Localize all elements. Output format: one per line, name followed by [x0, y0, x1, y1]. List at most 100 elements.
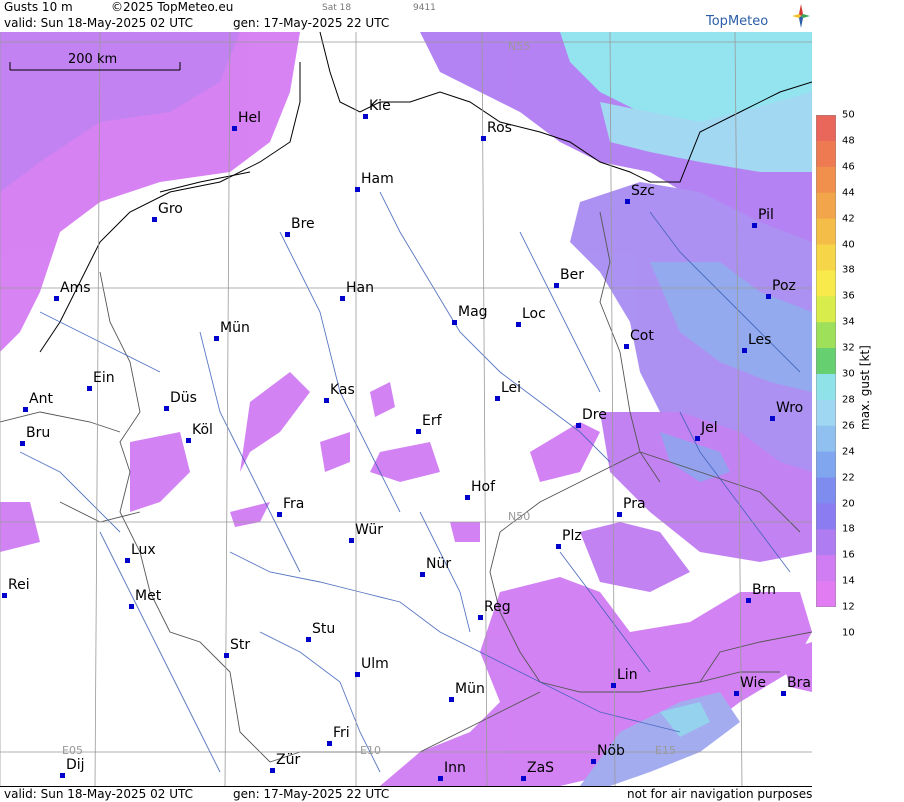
- topmeteo-logo: TopMeteo: [702, 0, 812, 32]
- city-label: Nür: [426, 556, 452, 572]
- colorbar-segment: [816, 477, 836, 504]
- colorbar-tick-label: 46: [842, 161, 855, 173]
- city-label: Erf: [422, 413, 442, 429]
- city-label: Inn: [444, 760, 466, 776]
- city-marker: [54, 296, 59, 301]
- city-marker: [449, 697, 454, 702]
- city-marker: [576, 423, 581, 428]
- city-marker: [340, 296, 345, 301]
- city-label: Hof: [471, 479, 496, 495]
- colorbar-tick-label: 34: [842, 316, 855, 328]
- city-label: ZaS: [527, 760, 555, 776]
- city-marker: [481, 136, 486, 141]
- city-marker: [734, 691, 739, 696]
- city-marker: [556, 544, 561, 549]
- city-marker: [60, 773, 65, 778]
- colorbar-segment: [816, 140, 836, 168]
- colorbar-unit: max. gust [kt]: [858, 345, 872, 430]
- copyright: ©2025 TopMeteo.eu: [111, 0, 234, 14]
- city-label: Dij: [66, 757, 85, 773]
- colorbar-segment: [816, 115, 836, 142]
- colorbar-tick-label: 44: [842, 187, 855, 199]
- city-label: Düs: [170, 390, 197, 406]
- colorbar-tick-label: 24: [842, 446, 855, 458]
- map-canvas: [0, 32, 812, 786]
- colorbar-segment: [816, 399, 836, 427]
- city-label: Poz: [772, 278, 796, 294]
- city-label: Mün: [220, 320, 250, 336]
- colorbar-tick-label: 40: [842, 239, 855, 250]
- city-marker: [554, 283, 559, 288]
- city-label: Ant: [29, 391, 53, 407]
- city-marker: [420, 572, 425, 577]
- grid-label-n55: N55: [508, 40, 531, 53]
- city-label: Pra: [623, 496, 646, 512]
- colorbar-tick-label: 42: [842, 213, 855, 225]
- generated-time: gen: 17-May-2025 22 UTC: [233, 16, 390, 30]
- city-label: Fra: [283, 496, 305, 512]
- city-label: Plz: [562, 528, 582, 544]
- city-label: Rei: [8, 577, 30, 593]
- city-marker: [516, 322, 521, 327]
- code-label: 9411: [413, 3, 436, 13]
- city-marker: [695, 436, 700, 441]
- colorbar-tick-label: 30: [842, 368, 855, 380]
- city-marker: [625, 199, 630, 204]
- colorbar-tick-label: 32: [842, 342, 855, 354]
- city-marker: [129, 604, 134, 609]
- footer-valid-time: valid: Sun 18-May-2025 02 UTC: [4, 787, 193, 801]
- city-label: Nöb: [597, 743, 625, 759]
- colorbar-segment: [816, 373, 836, 401]
- city-marker: [20, 441, 25, 446]
- colorbar-segment: [816, 555, 836, 582]
- colorbar-strip: [816, 115, 836, 607]
- colorbar-tick-label: 10: [842, 627, 855, 639]
- city-label: Ams: [60, 280, 91, 296]
- city-label: Han: [346, 280, 374, 296]
- city-marker: [611, 683, 616, 688]
- city-label: Lin: [617, 667, 638, 683]
- city-label: Str: [230, 637, 251, 653]
- colorbar-segment: [816, 529, 836, 556]
- grid-label-e15: E15: [655, 744, 676, 757]
- colorbar-segment: [816, 296, 836, 323]
- city-marker: [214, 336, 219, 341]
- city-marker: [2, 593, 7, 598]
- city-label: Gro: [158, 201, 183, 217]
- city-marker: [224, 653, 229, 658]
- colorbar-segment: [816, 503, 836, 530]
- city-label: Ber: [560, 267, 584, 283]
- city-marker: [770, 416, 775, 421]
- city-label: Szc: [631, 183, 655, 199]
- colorbar-tick-label: 28: [842, 394, 855, 406]
- weather-map[interactable]: 200 km N55 N50 E05 E10 E15 Kie Hel Ros Ham G…: [0, 32, 813, 786]
- city-marker: [355, 672, 360, 677]
- colorbar-tick-label: 16: [842, 549, 855, 561]
- city-marker: [746, 598, 751, 603]
- grid-label-e05: E05: [62, 744, 83, 757]
- colorbar-segment: [816, 218, 836, 245]
- colorbar-segment: [816, 270, 836, 297]
- city-marker: [306, 637, 311, 642]
- colorbar-tick-label: 50: [842, 109, 855, 121]
- colorbar-tick-label: 36: [842, 290, 855, 302]
- city-marker: [164, 406, 169, 411]
- colorbar-segment: [816, 192, 836, 220]
- city-label: Cot: [630, 328, 654, 344]
- city-marker: [478, 615, 483, 620]
- city-label: Kie: [369, 98, 391, 114]
- disclaimer: not for air navigation purposes: [627, 787, 813, 801]
- colorbar-tick-label: 12: [842, 601, 855, 613]
- colorbar-segment: [816, 451, 836, 479]
- city-marker: [438, 776, 443, 781]
- city-label: Brn: [752, 582, 776, 598]
- city-label: Ham: [361, 171, 394, 187]
- city-label: Wür: [355, 522, 383, 538]
- city-marker: [270, 768, 275, 773]
- colorbar-tick-label: 20: [842, 498, 855, 509]
- city-label: Pil: [758, 207, 774, 223]
- grid-label-e10: E10: [360, 744, 381, 757]
- colorbar-tick-label: 14: [842, 575, 855, 587]
- city-marker: [521, 776, 526, 781]
- colorbar-segment: [816, 425, 836, 453]
